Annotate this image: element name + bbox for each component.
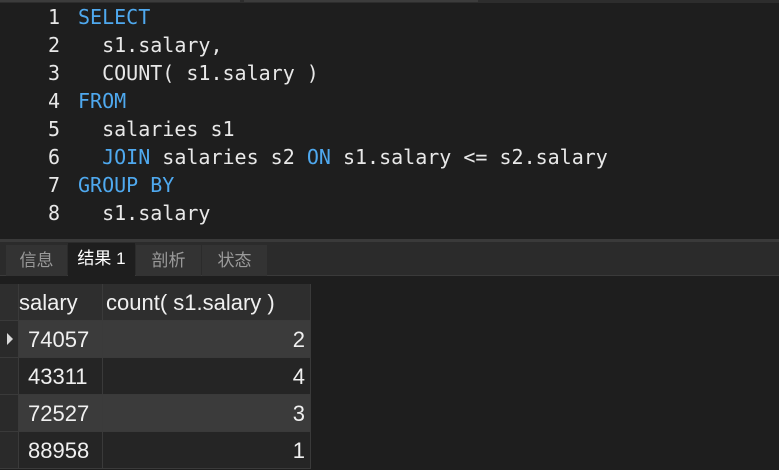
line-number: 3 (47, 61, 60, 85)
line-number: 5 (47, 117, 60, 141)
result-grid-panel: salary count( s1.salary ) 74057 2 43311 … (0, 276, 779, 470)
cell-salary[interactable]: 88958 (19, 432, 103, 469)
sql-keyword: JOIN (102, 145, 151, 169)
cell-count[interactable]: 4 (103, 358, 311, 395)
code-line[interactable]: 4 FROM (0, 87, 779, 115)
code-text[interactable]: JOIN salaries s2 ON s1.salary <= s2.sala… (78, 143, 608, 171)
code-line[interactable]: 3 COUNT( s1.salary ) (0, 59, 779, 87)
cell-salary[interactable]: 74057 (19, 321, 103, 358)
sql-text: s1.salary <= s2.salary (330, 145, 608, 169)
code-line[interactable]: 6 JOIN salaries s2 ON s1.salary <= s2.sa… (0, 143, 779, 171)
code-text[interactable]: s1.salary (78, 199, 210, 227)
row-indicator[interactable] (0, 358, 19, 395)
table-row[interactable]: 72527 3 (0, 395, 311, 432)
sql-keyword: GROUP BY (78, 173, 175, 197)
top-tab-right[interactable] (244, 0, 478, 2)
line-number: 8 (47, 201, 60, 225)
code-text[interactable]: COUNT( s1.salary ) (78, 59, 319, 87)
tab-info[interactable]: 信息 (6, 245, 67, 276)
grid-header-row: salary count( s1.salary ) (0, 284, 311, 321)
table-row[interactable]: 43311 4 (0, 358, 311, 395)
cell-count[interactable]: 2 (103, 321, 311, 358)
cell-count[interactable]: 1 (103, 432, 311, 469)
current-row-pointer-icon (7, 333, 13, 345)
table-row[interactable]: 88958 1 (0, 432, 311, 469)
sql-text: s1.salary (78, 201, 211, 225)
code-line[interactable]: 8 s1.salary (0, 199, 779, 227)
row-indicator[interactable] (0, 432, 19, 469)
cell-salary[interactable]: 72527 (19, 395, 103, 432)
table-row[interactable]: 74057 2 (0, 321, 311, 358)
sql-keyword: ON (306, 145, 331, 169)
code-line[interactable]: 7 GROUP BY (0, 171, 779, 199)
top-tab-left[interactable] (0, 0, 240, 2)
code-line[interactable]: 5 salaries s1 (0, 115, 779, 143)
code-text[interactable]: GROUP BY (78, 171, 174, 199)
code-text[interactable]: SELECT (78, 3, 150, 31)
column-header-count[interactable]: count( s1.salary ) (103, 284, 311, 321)
tab-status[interactable]: 状态 (202, 245, 267, 276)
sql-text: s1.salary, (78, 33, 223, 57)
tab-profile[interactable]: 剖析 (136, 245, 201, 276)
sql-editor[interactable]: 1 SELECT 2 s1.salary, 3 COUNT( s1.salary ) 4… (0, 3, 779, 239)
line-number: 4 (47, 89, 60, 113)
sql-keyword: SELECT (78, 5, 151, 29)
code-line[interactable]: 1 SELECT (0, 3, 779, 31)
code-text[interactable]: FROM (78, 87, 126, 115)
row-indicator[interactable] (0, 395, 19, 432)
line-number: 6 (47, 145, 60, 169)
cell-count[interactable]: 3 (103, 395, 311, 432)
row-indicator[interactable] (0, 321, 19, 358)
column-header-salary[interactable]: salary (19, 284, 103, 321)
result-tabs: 信息 结果 1 剖析 状态 (0, 242, 779, 276)
row-indicator-header (0, 284, 19, 321)
line-number: 7 (47, 173, 60, 197)
cell-salary[interactable]: 43311 (19, 358, 103, 395)
sql-text: salaries s1 (78, 117, 235, 141)
line-number: 1 (47, 5, 60, 29)
code-text[interactable]: salaries s1 (78, 115, 235, 143)
tab-result-1[interactable]: 结果 1 (68, 243, 135, 276)
sql-text: COUNT( s1.salary ) (78, 61, 319, 85)
code-text[interactable]: s1.salary, (78, 31, 223, 59)
code-line[interactable]: 2 s1.salary, (0, 31, 779, 59)
sql-keyword: FROM (78, 89, 127, 113)
line-number: 2 (47, 33, 60, 57)
sql-text: salaries s2 (150, 145, 307, 169)
